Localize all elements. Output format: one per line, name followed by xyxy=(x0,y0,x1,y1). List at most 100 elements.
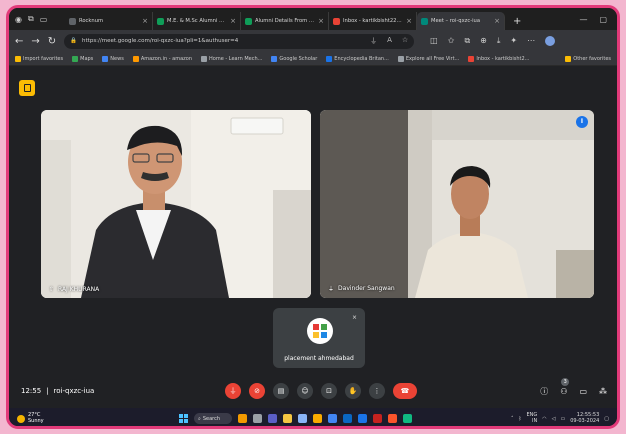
bookmark-item[interactable]: Home - Learn Mech... xyxy=(201,55,263,62)
extensions-icon[interactable]: ⊕ xyxy=(480,36,487,46)
chevron-up-icon[interactable]: ˄ xyxy=(511,416,514,422)
mail-icon[interactable] xyxy=(373,414,382,423)
tab-title: Meet – roi-qxzc-iua xyxy=(431,18,481,24)
close-icon[interactable]: × xyxy=(230,17,236,25)
avatar[interactable] xyxy=(545,36,556,46)
meeting-info: 12:55 | roi-qxzc-iua xyxy=(21,387,94,395)
brave-icon[interactable] xyxy=(388,414,397,423)
notifications-icon[interactable]: ▢ xyxy=(604,416,609,422)
window-buttons: — ▢ xyxy=(579,8,617,30)
star-icon[interactable]: ☆ xyxy=(402,36,408,46)
news-icon xyxy=(102,55,109,62)
participant-name: RAJ KHURANA xyxy=(58,286,100,293)
mic-icon[interactable]: ⏚ xyxy=(370,36,377,46)
activities-icon[interactable]: ⁂ xyxy=(599,387,607,396)
forward-icon[interactable]: → xyxy=(31,36,39,47)
linkedin-icon[interactable] xyxy=(343,414,352,423)
address-bar-icons: ⏚ A ☆ xyxy=(370,36,408,46)
bookmark-item[interactable]: Import favorites xyxy=(15,55,63,62)
task-view-icon[interactable] xyxy=(253,414,262,423)
other-favorites[interactable]: Other favorites xyxy=(565,55,611,62)
bookmark-item[interactable]: News xyxy=(102,55,124,62)
bookmark-item[interactable]: Encyclopedia Britan... xyxy=(326,55,389,62)
mic-toggle-button[interactable]: ⏚ xyxy=(225,383,241,399)
leave-call-button[interactable]: ☎ xyxy=(393,383,417,399)
reactions-button[interactable]: ☺ xyxy=(297,383,313,399)
new-tab-button[interactable]: + xyxy=(505,12,529,30)
volume-icon[interactable]: ◁ xyxy=(552,416,556,422)
close-icon[interactable]: × xyxy=(406,17,412,25)
people-icon: ⚇ xyxy=(560,386,568,396)
profile-icon[interactable]: ◉ xyxy=(15,15,22,24)
battery-icon[interactable]: ▭ xyxy=(560,416,565,422)
folder-icon[interactable] xyxy=(313,414,322,423)
participant-tile[interactable]: ⇧ RAJ KHURANA xyxy=(41,110,311,298)
gmail-icon xyxy=(333,17,340,25)
camera-toggle-button[interactable]: ⊘ xyxy=(249,383,265,399)
language-indicator[interactable]: ENG IN xyxy=(526,412,537,424)
settings-icon[interactable] xyxy=(298,414,307,423)
bookmark-item[interactable]: Explore all Free Virt... xyxy=(397,55,459,62)
close-icon[interactable]: × xyxy=(142,17,148,25)
photos-icon[interactable] xyxy=(358,414,367,423)
taskbar-clock[interactable]: 12:55:53 09-03-2024 xyxy=(570,412,599,424)
britannica-icon xyxy=(326,55,333,62)
tab-rocknum[interactable]: Rocknum × xyxy=(65,12,153,30)
bookmark-label: Maps xyxy=(80,55,94,62)
avatar xyxy=(307,318,333,344)
close-icon[interactable]: × xyxy=(318,17,324,25)
bookmark-label: Home - Learn Mech... xyxy=(209,55,263,62)
tab-alumni-data[interactable]: M.E. & M.Sc Alumni Data C × xyxy=(153,12,241,30)
minimize-icon[interactable]: — xyxy=(579,15,587,24)
people-button[interactable]: 3 ⚇ xyxy=(560,377,570,396)
participant-tile[interactable]: ⦀ ⏚ Davinder Sangwan xyxy=(320,110,594,298)
downloads-icon[interactable]: ⤓ xyxy=(497,36,501,46)
split-screen-icon[interactable]: ◫ xyxy=(430,36,438,46)
bookmark-item[interactable]: Inbox - kartikbisht2... xyxy=(468,55,529,62)
chat-icon[interactable]: ▭ xyxy=(579,387,587,396)
close-icon[interactable]: × xyxy=(494,17,500,25)
meet-stage: ⇧ RAJ KHURANA ⦀ ⏚ Davinder Sangwan ⨯ pla… xyxy=(9,66,617,408)
info-icon[interactable]: ⓘ xyxy=(540,386,548,397)
browser-tab-strip: ◉ ⧉ ▭ Rocknum × M.E. & M.Sc Alumni Data … xyxy=(9,8,617,30)
wifi-icon[interactable]: ◠ xyxy=(542,416,546,422)
more-options-button[interactable]: ⋮ xyxy=(369,383,385,399)
notes-icon[interactable] xyxy=(19,80,35,96)
bluetooth-icon[interactable]: ᛒ xyxy=(518,416,521,422)
weather-widget[interactable]: 27°C Sunny xyxy=(17,412,44,424)
tab-title: Alumni Details From LinkedIn xyxy=(255,18,315,24)
address-bar[interactable]: 🔒 https://meet.google.com/roi-qxzc-iua?p… xyxy=(64,33,415,49)
raise-hand-button[interactable]: ✋ xyxy=(345,383,361,399)
windows-start-icon[interactable] xyxy=(179,414,188,423)
copilot-icon[interactable]: ✦ xyxy=(510,36,517,46)
file-explorer-icon[interactable] xyxy=(283,414,292,423)
present-button[interactable]: ⊡ xyxy=(321,383,337,399)
tab-actions-icon[interactable]: ▭ xyxy=(40,15,48,24)
back-icon[interactable]: ← xyxy=(15,36,23,47)
tab-inbox[interactable]: Inbox - kartikbisht2216@gm × xyxy=(329,12,417,30)
widgets-icon[interactable] xyxy=(238,414,247,423)
read-aloud-icon[interactable]: A xyxy=(387,36,392,46)
maximize-icon[interactable]: ▢ xyxy=(599,15,607,24)
store-icon[interactable] xyxy=(328,414,337,423)
taskbar-search[interactable]: ⌕ Search xyxy=(194,413,232,424)
tab-meet[interactable]: Meet – roi-qxzc-iua × xyxy=(417,12,505,30)
bookmark-item[interactable]: Maps xyxy=(72,55,94,62)
bookmark-item[interactable]: Google Scholar xyxy=(271,55,317,62)
favorites-icon[interactable]: ✩ xyxy=(448,36,455,46)
more-icon[interactable]: ⋯ xyxy=(527,36,535,46)
meet-icon xyxy=(421,17,428,25)
captions-button[interactable]: ▤ xyxy=(273,383,289,399)
tab-favicon xyxy=(69,17,76,25)
logo-icon xyxy=(313,324,327,338)
edge-icon[interactable] xyxy=(403,414,412,423)
workspaces-icon[interactable]: ⧉ xyxy=(28,14,34,24)
teams-icon[interactable] xyxy=(268,414,277,423)
separator: | xyxy=(46,387,49,395)
collections-icon[interactable]: ⧉ xyxy=(464,36,470,46)
reload-icon[interactable]: ↻ xyxy=(48,36,56,47)
participant-tile[interactable]: ⨯ placement ahmedabad xyxy=(273,308,365,368)
bookmark-item[interactable]: Amazon.in - amazon xyxy=(132,55,192,62)
tab-alumni-linkedin[interactable]: Alumni Details From LinkedIn × xyxy=(241,12,329,30)
camera-off-icon: ⊘ xyxy=(254,387,260,395)
